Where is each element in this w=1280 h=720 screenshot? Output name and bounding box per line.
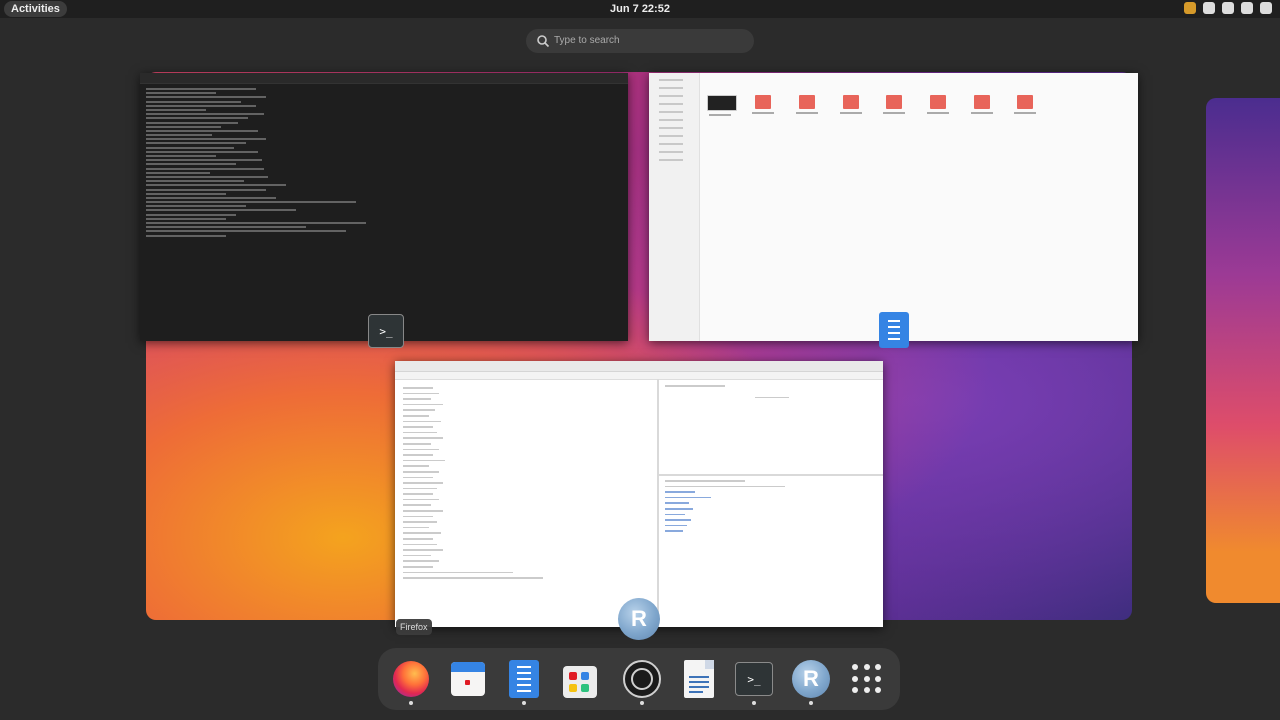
notification-icon[interactable]	[1184, 2, 1196, 14]
running-indicator	[809, 701, 813, 705]
rstudio-console-pane	[395, 379, 659, 627]
running-indicator	[640, 701, 644, 705]
file-thumbnail[interactable]	[969, 95, 995, 121]
volume-icon[interactable]	[1222, 2, 1234, 14]
terminal-icon: >_	[368, 314, 404, 348]
dash-item-calendar[interactable]	[448, 659, 488, 699]
search-icon	[537, 35, 550, 48]
file-thumbnail[interactable]	[881, 95, 907, 121]
microphone-icon[interactable]	[1241, 2, 1253, 14]
writer-icon	[684, 660, 714, 698]
power-icon[interactable]	[1260, 2, 1272, 14]
terminal-window[interactable]	[140, 73, 628, 341]
rstudio-files-pane	[659, 476, 883, 627]
rstudio-window[interactable]	[395, 361, 883, 627]
obs-icon	[623, 660, 661, 698]
r-logo-icon: R	[618, 598, 660, 640]
app-grid-icon	[852, 664, 882, 694]
r-logo-icon: R	[792, 660, 830, 698]
files-sidebar	[649, 73, 700, 341]
dash-item-rstudio[interactable]: R	[791, 659, 831, 705]
running-indicator	[409, 701, 413, 705]
firefox-icon	[393, 661, 429, 697]
file-thumbnail[interactable]	[750, 95, 776, 121]
dash-item-writer[interactable]	[679, 659, 719, 699]
running-indicator	[522, 701, 526, 705]
dash-item-software[interactable]	[560, 659, 600, 699]
rstudio-environment-pane	[659, 379, 883, 476]
software-bag-icon	[563, 666, 597, 698]
terminal-titlebar	[140, 73, 628, 84]
rstudio-menubar	[395, 361, 883, 372]
file-thumbnail[interactable]	[707, 95, 737, 121]
search-placeholder: Type to search	[554, 35, 620, 46]
show-apps-button[interactable]	[847, 659, 887, 699]
file-thumbnail[interactable]	[1012, 95, 1038, 121]
dash: >_ R	[378, 648, 900, 710]
dash-item-text-editor[interactable]	[504, 659, 544, 705]
dash-tooltip: Firefox	[396, 619, 432, 635]
dash-item-firefox[interactable]	[391, 659, 431, 705]
dash-item-obs[interactable]	[622, 659, 662, 705]
clock[interactable]: Jun 7 22:52	[0, 0, 1280, 18]
terminal-icon: >_	[735, 662, 773, 696]
calendar-icon	[451, 662, 485, 696]
file-thumbnail[interactable]	[838, 95, 864, 121]
workspace-next[interactable]	[1206, 98, 1280, 603]
system-tray[interactable]	[1184, 2, 1272, 14]
search-entry[interactable]: Type to search	[526, 29, 754, 53]
file-thumbnail[interactable]	[925, 95, 951, 121]
dash-item-terminal[interactable]: >_	[734, 659, 774, 705]
files-window[interactable]	[649, 73, 1138, 341]
top-bar: Activities Jun 7 22:52	[0, 0, 1280, 18]
file-thumbnail[interactable]	[794, 95, 820, 121]
terminal-output	[140, 84, 628, 237]
running-indicator	[752, 701, 756, 705]
document-icon	[879, 312, 909, 348]
network-icon[interactable]	[1203, 2, 1215, 14]
document-icon	[509, 660, 539, 698]
